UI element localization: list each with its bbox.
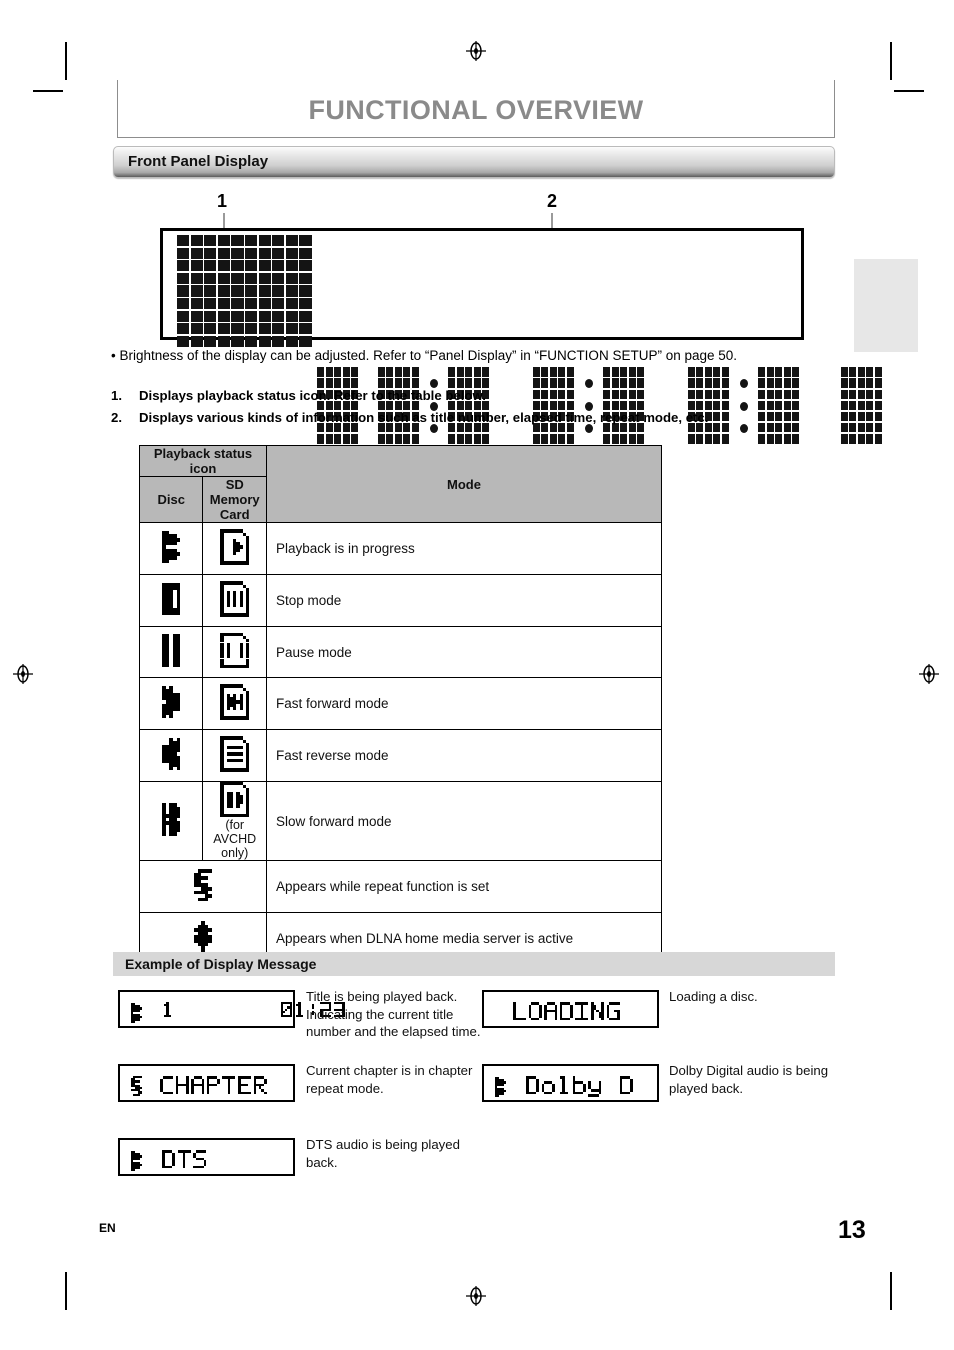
list-item-text: Displays various kinds of information su… [139,410,709,425]
sd-icon-cell: (for AVCHD only) [202,780,267,862]
lcd-example-5-description: DTS audio is being played back. [306,1137,460,1170]
stop-icon [162,582,181,616]
crop-mark-bottom-right-v [890,1272,892,1310]
lcd-text [513,1002,622,1021]
registration-mark-right [918,663,940,685]
crop-mark-top-right-v [890,42,892,80]
crop-mark-top-right-h [894,90,924,92]
lcd-example-3 [118,1064,295,1102]
mode-text: Fast reverse mode [265,729,663,782]
sd-icon-cell [202,729,267,782]
sd-fast-forward-icon [220,684,250,720]
mode-text: Slow forward mode [265,780,663,862]
table-row: Playback is in progress [138,522,663,575]
lcd-example-1-description: Title is being played back. Indicating t… [306,989,481,1039]
mode-text: Fast forward mode [265,677,663,730]
playback-status-icon-table: Playback status icon Mode Disc SD Memory… [138,445,663,966]
section-header-bar: Front Panel Display [113,146,835,178]
lcd-example-3-description: Current chapter is in chapter repeat mod… [306,1063,473,1096]
sd-icon-cell [202,522,267,575]
sd-stop-icon [220,581,250,617]
example-section-bar: Example of Display Message [113,952,835,976]
play-icon [131,1003,142,1023]
page-number: 13 [838,1216,866,1244]
language-code: EN [99,1221,116,1235]
disc-icon-cell [138,677,204,730]
lcd-example-4-description: Dolby Digital audio is being played back… [669,1063,829,1096]
disc-icon-cell [138,780,204,862]
table-row: (for AVCHD only) Slow forward mode [138,780,663,862]
disc-icon-cell [138,626,204,678]
repeat-icon [131,1076,142,1096]
section-header-label: Front Panel Display [128,153,269,170]
table-row: Fast forward mode [138,677,663,730]
crop-mark-top-left-h [33,90,63,92]
registration-mark-left [12,663,34,685]
registration-mark-bottom [465,1285,487,1307]
sd-icon-cell [202,677,267,730]
callout-number-1: 1 [217,191,228,211]
page-thumb-tab [854,259,918,352]
crop-mark-bottom-left-v [65,1272,67,1310]
mode-text: Appears while repeat function is set [265,860,663,914]
play-icon [131,1151,142,1171]
repeat-icon [193,868,212,902]
fast-forward-icon [162,685,181,719]
dlna-icon [193,920,212,954]
lcd-example-5 [118,1138,295,1176]
mode-text: Pause mode [265,626,663,678]
list-item: 2. Displays various kinds of information… [111,408,841,427]
sd-pause-icon [220,632,250,669]
table-row: Appears while repeat function is set [139,860,663,914]
slow-forward-icon [162,803,181,836]
lcd-text [160,1076,269,1095]
sd-fast-reverse-icon [220,736,250,772]
list-item-number: 1. [111,388,122,403]
list-item: 1. Displays playback status icon. Refer … [111,386,841,405]
manual-page: FUNCTIONAL OVERVIEW Front Panel Display … [0,0,954,1350]
lcd-text [162,1150,209,1169]
sd-icon-cell [202,574,267,627]
header-sd-memory-card: SD Memory Card [202,476,267,523]
table-row: Stop mode [138,574,663,627]
header-disc: Disc [138,476,204,523]
mode-text: Stop mode [265,574,663,627]
sd-slow-forward-icon [220,782,250,818]
callout-description-list: 1. Displays playback status icon. Refer … [111,386,841,430]
disc-icon-cell [138,522,204,575]
table-row: Pause mode [138,626,663,678]
lcd-example-2-description: Loading a disc. [669,989,758,1004]
pause-icon [162,634,181,667]
status-icon-dot-matrix [177,235,313,348]
lcd-example-4 [482,1064,659,1102]
page-title: FUNCTIONAL OVERVIEW [308,95,644,125]
front-panel-display-illustration [160,228,882,444]
lcd-example-1 [118,990,345,1028]
disc-icon-cell [138,574,204,627]
play-icon [495,1077,506,1097]
list-item-text: Displays playback status icon. Refer to … [139,388,486,403]
crop-mark-top-left-v [65,42,67,80]
disc-icon-cell [138,729,204,782]
sd-play-icon [220,529,250,565]
lcd-example-2 [482,990,659,1028]
list-item-number: 2. [111,410,122,425]
lcd-text [526,1076,635,1097]
table-header-row: Playback status icon Mode [139,445,663,523]
sd-icon-cell [202,626,267,678]
brightness-note: • Brightness of the display can be adjus… [111,348,738,363]
table-row: Fast reverse mode [138,729,663,782]
repeat-icon-cell [139,860,267,914]
fast-reverse-icon [162,737,181,771]
callout-number-2: 2 [547,191,558,211]
play-icon [162,530,181,564]
avchd-note: (for AVCHD only) [213,818,257,861]
header-playback-status-icon: Playback status icon [139,445,267,477]
registration-mark-top [465,40,487,62]
mode-text: Playback is in progress [265,522,663,575]
example-section-label: Example of Display Message [125,956,317,972]
header-mode: Mode [265,445,663,523]
